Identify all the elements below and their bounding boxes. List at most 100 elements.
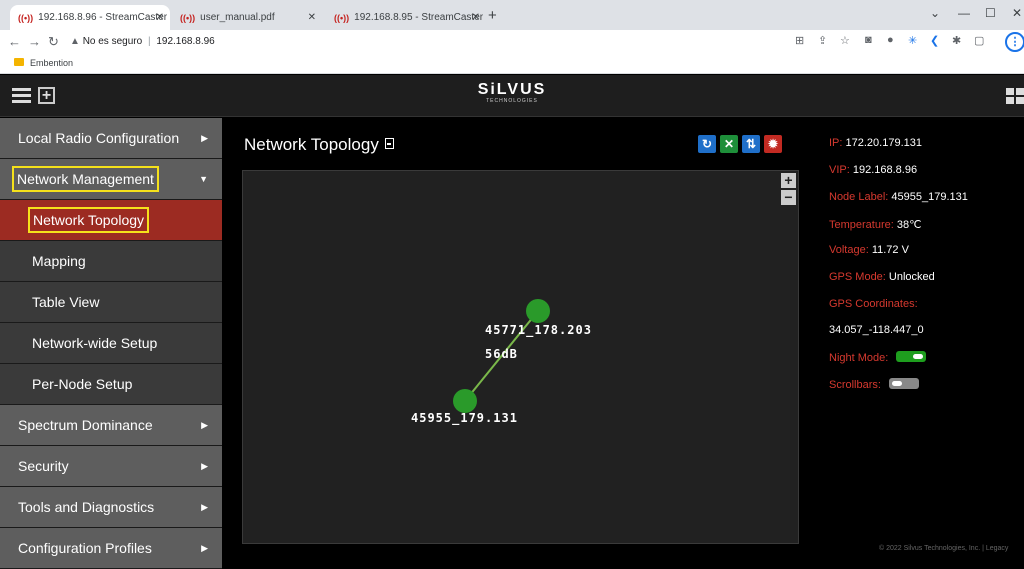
bookmark-embention[interactable]: Embention: [30, 58, 73, 68]
browser-tab-title: 192.168.8.95 - StreamCaster MIM: [354, 12, 486, 23]
sidebar-item-label: Security: [18, 458, 69, 474]
info-gps-mode: GPS Mode: Unlocked: [829, 271, 935, 283]
browser-tab-title: user_manual.pdf: [200, 12, 275, 23]
info-value: 45955_179.131: [891, 191, 968, 203]
topology-canvas[interactable]: + − 45771_178.203 56dB 45955_179.131: [242, 170, 799, 544]
puzzle-icon[interactable]: ✱: [952, 34, 961, 47]
browser-tab-bar: ((•)) 192.168.8.96 - StreamCaster MIM ✕ …: [0, 0, 1024, 30]
info-value: 172.20.179.131: [845, 137, 922, 149]
profile-menu-icon[interactable]: ⋮: [1005, 32, 1024, 52]
sidebar-item-label: Network-wide Setup: [32, 335, 158, 351]
sidebar-item-label: Network Topology: [28, 207, 150, 233]
browser-tab-2[interactable]: ((•)) user_manual.pdf ✕: [172, 5, 322, 30]
sidebar-item-table-view[interactable]: Table View: [0, 282, 222, 323]
info-key: Voltage:: [829, 244, 869, 256]
chevron-down-icon: ▼: [199, 174, 208, 184]
radio-favicon-icon: ((•)): [18, 12, 34, 23]
info-voltage: Voltage: 11.72 V: [829, 244, 909, 256]
extension-icon[interactable]: ✳: [908, 34, 917, 47]
document-icon[interactable]: [384, 138, 394, 149]
sidebar-item-label: Spectrum Dominance: [18, 417, 153, 433]
chevron-right-icon: ▶: [201, 542, 208, 553]
info-key: VIP:: [829, 164, 850, 176]
silvus-logo: SiLVUS TECHNOLOGIES: [462, 81, 562, 104]
info-value: Unlocked: [888, 271, 935, 283]
settings-button[interactable]: ✹: [764, 135, 782, 153]
browser-tab-1[interactable]: ((•)) 192.168.8.96 - StreamCaster MIM ✕: [10, 5, 170, 30]
scrollbars-toggle[interactable]: [888, 378, 919, 389]
info-key: GPS Coordinates:: [829, 298, 918, 310]
info-key: IP:: [829, 137, 843, 149]
sidebar-item-label: Per-Node Setup: [32, 376, 133, 392]
tab-search-icon[interactable]: ⌄: [930, 6, 940, 20]
layout-button[interactable]: ✕: [720, 135, 738, 153]
radio-favicon-icon: ((•)): [334, 12, 350, 23]
reload-icon[interactable]: ↻: [48, 34, 59, 50]
node-label: 45771_178.203: [485, 323, 592, 337]
sidebar-item-spectrum-dominance[interactable]: Spectrum Dominance ▶: [0, 405, 222, 446]
refresh-button[interactable]: ↻: [698, 135, 716, 153]
sidebar-item-network-management[interactable]: Network Management ▼: [0, 159, 222, 200]
new-tab-icon[interactable]: +: [488, 7, 497, 24]
browser-tab-title: 192.168.8.96 - StreamCaster MIM: [38, 12, 170, 23]
logo-word: SiLVUS: [477, 81, 547, 98]
footer-copyright: © 2022 Silvus Technologies, Inc. | Legac…: [879, 545, 1009, 552]
chevron-right-icon: ▶: [201, 460, 208, 471]
sidebar-item-per-node-setup[interactable]: Per-Node Setup: [0, 364, 222, 405]
info-key: Temperature:: [829, 219, 894, 231]
grid-icon[interactable]: [1006, 88, 1024, 104]
close-window-icon[interactable]: ✕: [1012, 6, 1022, 20]
radio-favicon-icon: ((•)): [180, 12, 196, 23]
sort-button[interactable]: ⇅: [742, 135, 760, 153]
info-key: GPS Mode:: [829, 271, 886, 283]
sidebar-item-security[interactable]: Security ▶: [0, 446, 222, 487]
folder-icon: [14, 58, 24, 66]
sidebar-item-local-radio-configuration[interactable]: Local Radio Configuration ▶: [0, 118, 222, 159]
warning-icon[interactable]: ▲: [70, 36, 80, 47]
info-night-mode: Night Mode:: [829, 351, 927, 364]
info-gps-coordinates: GPS Coordinates:: [829, 298, 918, 310]
sidebar: Local Radio Configuration ▶ Network Mana…: [0, 118, 222, 569]
sidebar-item-configuration-profiles[interactable]: Configuration Profiles ▶: [0, 528, 222, 569]
info-ip: IP: 172.20.179.131: [829, 137, 922, 149]
info-value: 38℃: [896, 219, 922, 231]
minimize-icon[interactable]: —: [958, 6, 970, 20]
sidebar-item-label: Tools and Diagnostics: [18, 499, 155, 515]
sidepanel-icon[interactable]: ▢: [974, 34, 984, 47]
close-tab-icon[interactable]: ✕: [308, 12, 316, 23]
share-icon[interactable]: ⇪: [818, 34, 827, 47]
extension-icon[interactable]: ❮: [930, 34, 939, 47]
extension-icon[interactable]: ◙: [865, 34, 872, 46]
info-value: 11.72 V: [871, 244, 909, 256]
info-value: 192.168.8.96: [852, 164, 918, 176]
info-node-label: Node Label: 45955_179.131: [829, 191, 968, 203]
extension-icon[interactable]: ●: [887, 34, 894, 46]
sidebar-item-label: Network Management: [12, 166, 159, 192]
info-key: Night Mode:: [829, 352, 889, 364]
menu-icon[interactable]: [12, 88, 31, 104]
url-field[interactable]: ▲ No es seguro | 192.168.8.96: [70, 36, 215, 47]
sidebar-item-label: Configuration Profiles: [18, 540, 152, 556]
sidebar-item-tools-and-diagnostics[interactable]: Tools and Diagnostics ▶: [0, 487, 222, 528]
node-label: 45955_179.131: [411, 411, 518, 425]
sidebar-item-label: Local Radio Configuration: [18, 130, 180, 146]
expand-icon[interactable]: +: [38, 87, 55, 104]
topology-node[interactable]: [526, 299, 550, 323]
sidebar-item-mapping[interactable]: Mapping: [0, 241, 222, 282]
close-tab-icon[interactable]: ✕: [472, 12, 480, 23]
forward-icon[interactable]: →: [28, 34, 41, 49]
close-tab-icon[interactable]: ✕: [156, 12, 164, 23]
night-mode-toggle[interactable]: [896, 351, 927, 362]
info-scrollbars: Scrollbars:: [829, 378, 919, 391]
maximize-icon[interactable]: ☐: [985, 6, 996, 20]
sidebar-item-label: Mapping: [32, 253, 86, 269]
sidebar-item-network-wide-setup[interactable]: Network-wide Setup: [0, 323, 222, 364]
browser-tab-3[interactable]: ((•)) 192.168.8.95 - StreamCaster MIM ✕: [326, 5, 486, 30]
translate-icon[interactable]: ⊞: [795, 34, 804, 47]
back-icon[interactable]: ←: [8, 34, 21, 49]
bookmark-star-icon[interactable]: ☆: [840, 34, 850, 47]
main-content: Network Topology ↻ ✕ ⇅ ✹ + − 45771_178.2…: [222, 118, 819, 557]
topology-node[interactable]: [453, 389, 477, 413]
sidebar-item-network-topology[interactable]: Network Topology: [0, 200, 222, 241]
chevron-right-icon: ▶: [201, 132, 208, 143]
